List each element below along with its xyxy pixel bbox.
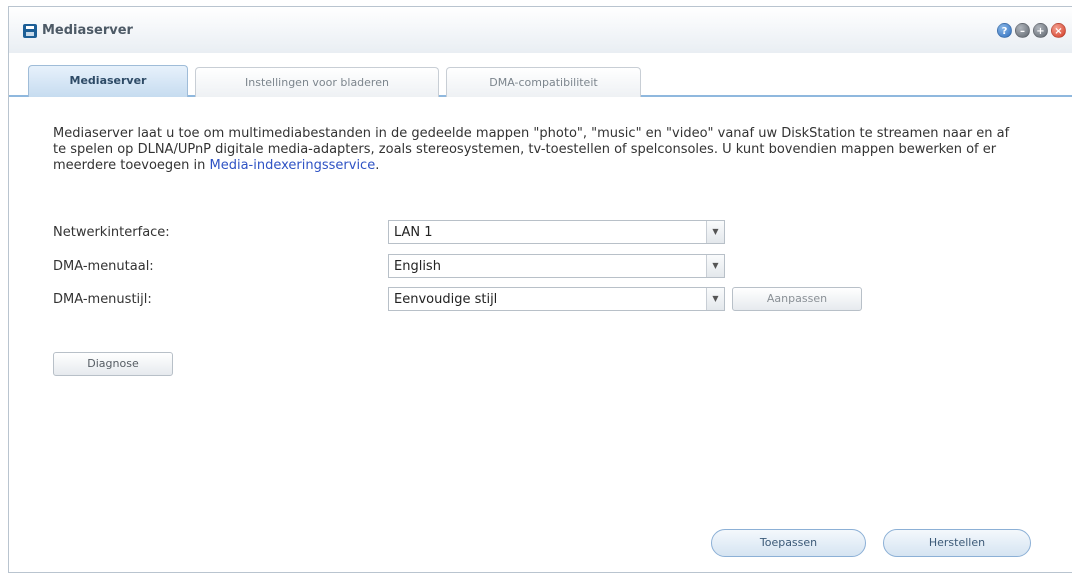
reset-button[interactable]: Herstellen [883, 529, 1031, 557]
window-title: Mediaserver [42, 23, 133, 38]
tab-content: Mediaserver laat u toe om multimediabest… [9, 99, 1072, 569]
dma-style-value: Eenvoudige stijl [394, 292, 498, 307]
tab-bar: Mediaserver Instellingen voor bladeren D… [9, 53, 1072, 97]
mediaserver-app-icon [23, 24, 37, 38]
window-controls: ? – + × [997, 23, 1066, 38]
chevron-down-icon[interactable]: ▼ [706, 288, 724, 310]
chevron-down-icon[interactable]: ▼ [706, 221, 724, 243]
tab-dma-compatibility[interactable]: DMA-compatibiliteit [446, 67, 641, 97]
media-indexing-link[interactable]: Media-indexeringsservice [210, 158, 376, 173]
dma-language-label: DMA-menutaal: [53, 259, 154, 274]
help-icon[interactable]: ? [997, 23, 1012, 38]
dma-style-select[interactable]: Eenvoudige stijl ▼ [388, 287, 725, 311]
maximize-icon[interactable]: + [1033, 23, 1048, 38]
dma-language-select[interactable]: English ▼ [388, 254, 725, 278]
network-interface-label: Netwerkinterface: [53, 225, 170, 240]
close-icon[interactable]: × [1051, 23, 1066, 38]
customize-button[interactable]: Aanpassen [732, 287, 862, 311]
tab-browse-settings[interactable]: Instellingen voor bladeren [195, 67, 439, 97]
mediaserver-window: Mediaserver ? – + × Mediaserver Instelli… [8, 6, 1072, 573]
chevron-down-icon[interactable]: ▼ [706, 255, 724, 277]
dma-language-value: English [394, 259, 441, 274]
dma-style-label: DMA-menustijl: [53, 292, 152, 307]
tab-mediaserver[interactable]: Mediaserver [28, 65, 188, 97]
description-text: Mediaserver laat u toe om multimediabest… [53, 126, 1010, 173]
minimize-icon[interactable]: – [1015, 23, 1030, 38]
title-bar: Mediaserver ? – + × [9, 7, 1072, 53]
apply-button[interactable]: Toepassen [711, 529, 866, 557]
network-interface-select[interactable]: LAN 1 ▼ [388, 220, 725, 244]
network-interface-value: LAN 1 [394, 225, 433, 240]
diagnose-button[interactable]: Diagnose [53, 352, 173, 376]
